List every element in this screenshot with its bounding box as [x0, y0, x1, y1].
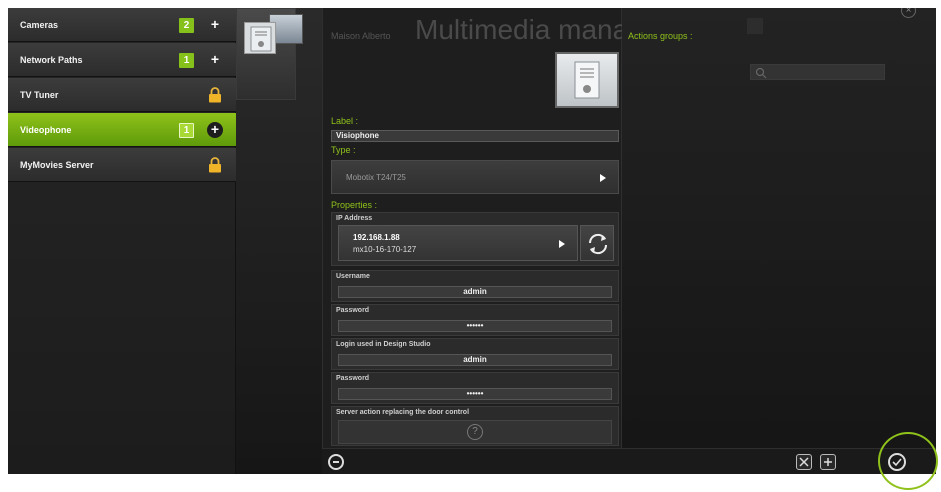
actions-groups-panel: Actions groups : × [622, 8, 936, 474]
ip-address-value: 192.168.1.88 [353, 233, 400, 242]
sidebar-item-label: Network Paths [20, 54, 83, 65]
label-field[interactable]: Visiophone [331, 130, 619, 142]
username-block: Username admin [331, 270, 619, 302]
type-caption: Type : [331, 145, 356, 155]
lock-icon [209, 157, 221, 173]
actions-groups-caption: Actions groups : [628, 31, 693, 41]
count-badge: 2 [179, 18, 194, 33]
password-design-studio-caption: Password [336, 375, 370, 382]
ip-address-caption: IP Address [336, 215, 373, 222]
highlight-ring [878, 432, 938, 490]
username-caption: Username [336, 273, 370, 280]
bottom-toolbar [322, 448, 936, 474]
username-field[interactable]: admin [338, 286, 612, 298]
ip-host-value: mx10-16-170-127 [353, 245, 417, 254]
type-selector[interactable]: Mobotix T24/T25 [331, 160, 619, 194]
app-window: Cameras 2 + Network Paths 1 + TV Tuner V… [8, 8, 936, 474]
sidebar-item-label: Videophone [20, 124, 72, 135]
count-badge: 1 [179, 53, 194, 68]
label-caption: Label : [331, 116, 359, 126]
refresh-button[interactable] [580, 225, 614, 261]
type-value: Mobotix T24/T25 [346, 172, 406, 182]
sidebar-item-label: MyMovies Server [20, 159, 94, 170]
add-videophone-button[interactable]: + [207, 122, 223, 138]
sidebar-item-network-paths[interactable]: Network Paths 1 + [8, 43, 236, 77]
refresh-icon [588, 233, 608, 255]
login-design-studio-block: Login used in Design Studio admin [331, 338, 619, 370]
delete-button[interactable] [796, 454, 812, 470]
count-badge: 1 [179, 123, 194, 138]
lock-icon [209, 87, 221, 103]
login-design-studio-caption: Login used in Design Studio [336, 341, 431, 348]
password-block: Password •••••• [331, 304, 619, 336]
sidebar-item-videophone[interactable]: Videophone 1 + [8, 113, 236, 147]
search-icon [755, 67, 767, 79]
password-field[interactable]: •••••• [338, 320, 612, 332]
add-camera-button[interactable]: + [207, 17, 223, 33]
plus-square-icon [824, 458, 832, 466]
owner-label: Maison Alberto [331, 31, 391, 41]
properties-caption: Properties : [331, 200, 378, 210]
ip-address-selector[interactable]: 192.168.1.88 mx10-16-170-127 [338, 225, 578, 261]
remove-button[interactable] [328, 454, 344, 470]
play-arrow-icon [600, 174, 606, 182]
sidebar-item-label: TV Tuner [20, 89, 59, 100]
sidebar-item-mymovies-server[interactable]: MyMovies Server [8, 148, 236, 182]
folder-icon [747, 18, 763, 34]
add-button[interactable] [820, 454, 836, 470]
server-action-caption: Server action replacing the door control [336, 409, 470, 416]
password-design-studio-field[interactable]: •••••• [338, 388, 612, 400]
close-icon[interactable]: × [901, 8, 916, 18]
password-caption: Password [336, 307, 370, 314]
add-network-path-button[interactable]: + [207, 52, 223, 68]
search-input[interactable] [750, 64, 885, 80]
sidebar-item-label: Cameras [20, 19, 59, 30]
videophone-icon [244, 22, 276, 54]
ip-address-block: IP Address 192.168.1.88 mx10-16-170-127 [331, 212, 619, 266]
server-action-block: Server action replacing the door control… [331, 406, 619, 446]
sidebar-item-cameras[interactable]: Cameras 2 + [8, 8, 236, 42]
sidebar-item-tv-tuner[interactable]: TV Tuner [8, 78, 236, 112]
x-icon [799, 457, 809, 467]
password-design-studio-block: Password •••••• [331, 372, 619, 404]
help-icon: ? [467, 424, 483, 440]
videophone-icon [555, 52, 619, 108]
sidebar: Cameras 2 + Network Paths 1 + TV Tuner V… [8, 8, 236, 474]
editor-panel: Maison Alberto Multimedia management Lab… [322, 8, 722, 474]
server-action-selector[interactable]: ? [338, 420, 612, 444]
play-arrow-icon [559, 240, 565, 248]
login-design-studio-field[interactable]: admin [338, 354, 612, 366]
